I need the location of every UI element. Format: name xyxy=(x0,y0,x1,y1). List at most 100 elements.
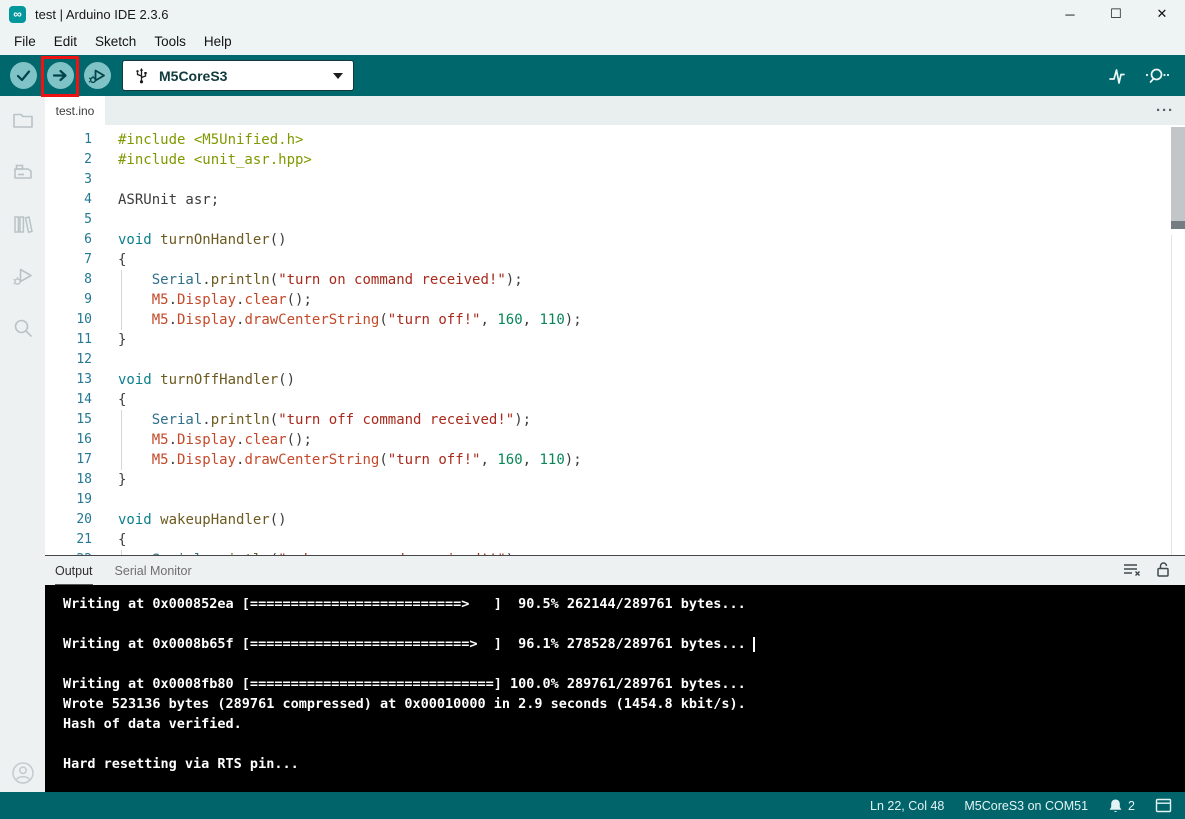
panel-layout-icon xyxy=(1155,798,1172,813)
debug-play-icon xyxy=(88,69,105,84)
output-console[interactable]: Writing at 0x000852ea [=================… xyxy=(45,585,1185,792)
tab-output[interactable]: Output xyxy=(55,556,93,585)
line-number: 2 xyxy=(84,152,92,167)
panel-header-icons xyxy=(1122,560,1185,581)
editor-column: test.ino ··· 1 #include <M5Unified.h> 2 #in… xyxy=(45,96,1185,792)
serial-monitor-button[interactable] xyxy=(1144,65,1170,87)
line-number: 4 xyxy=(84,192,92,207)
tab-serial-monitor[interactable]: Serial Monitor xyxy=(115,556,192,585)
menu-file[interactable]: File xyxy=(5,31,45,52)
sidebar-item-debug[interactable] xyxy=(10,263,36,289)
line-number: 13 xyxy=(76,372,92,387)
title-bar: ∞ test | Arduino IDE 2.3.6 ─ ☐ ✕ xyxy=(0,0,1185,28)
debug-icon xyxy=(12,268,32,285)
close-button[interactable]: ✕ xyxy=(1139,0,1185,28)
code-line: 16 M5.Display.clear(); xyxy=(45,430,1185,450)
toolbar: M5CoreS3 xyxy=(0,55,1185,97)
line-number: 20 xyxy=(76,512,92,527)
clear-output-button[interactable] xyxy=(1122,560,1142,581)
window-title: test | Arduino IDE 2.3.6 xyxy=(35,6,169,22)
code-line: 6 void turnOnHandler() xyxy=(45,230,1185,250)
indent-guide xyxy=(121,270,122,330)
tab-test-ino[interactable]: test.ino xyxy=(45,96,105,125)
books-icon xyxy=(13,216,33,234)
line-number: 17 xyxy=(76,452,92,467)
arrow-right-icon xyxy=(52,69,67,82)
board-port-status[interactable]: M5CoreS3 on COM51 xyxy=(964,799,1088,813)
console-line: Hard resetting via RTS pin... xyxy=(63,756,299,772)
sidebar-item-boards-manager[interactable] xyxy=(10,159,36,185)
code-line: 22 Serial.println("wakeup command receiv… xyxy=(45,550,1185,555)
check-icon xyxy=(16,70,31,82)
board-icon xyxy=(13,164,32,179)
code-line: 20 void wakeupHandler() xyxy=(45,510,1185,530)
account-button[interactable] xyxy=(10,760,36,786)
folder-icon xyxy=(12,113,33,128)
code-line: 9 M5.Display.clear(); xyxy=(45,290,1185,310)
bell-icon xyxy=(1109,799,1122,812)
menu-sketch[interactable]: Sketch xyxy=(86,31,145,52)
line-number: 16 xyxy=(76,432,92,447)
line-number: 14 xyxy=(76,392,92,407)
console-line: Writing at 0x0008fb80 [=================… xyxy=(63,676,746,692)
main-area: test.ino ··· 1 #include <M5Unified.h> 2 #in… xyxy=(0,96,1185,792)
status-bar: Ln 22, Col 48 M5CoreS3 on COM51 2 xyxy=(0,792,1185,819)
code-line: 14{ xyxy=(45,390,1185,410)
code-line: 7{ xyxy=(45,250,1185,270)
code-line: 8 Serial.println("turn on command receiv… xyxy=(45,270,1185,290)
toggle-panel-button[interactable] xyxy=(1155,798,1172,813)
menu-bar: File Edit Sketch Tools Help xyxy=(0,28,1185,55)
code-line: 13 void turnOffHandler() xyxy=(45,370,1185,390)
editor-tab-bar: test.ino ··· xyxy=(45,96,1185,125)
menu-help[interactable]: Help xyxy=(195,31,241,52)
scrollbar-thumb[interactable] xyxy=(1171,127,1185,227)
code-line: 1 #include <M5Unified.h> xyxy=(45,130,1185,150)
serial-plotter-button[interactable] xyxy=(1106,65,1128,87)
usb-icon xyxy=(136,68,147,84)
code-lines: 1 #include <M5Unified.h> 2 #include <unit_a… xyxy=(45,130,1185,555)
chevron-down-icon xyxy=(333,72,343,79)
line-number: 19 xyxy=(76,492,92,507)
board-selector[interactable]: M5CoreS3 xyxy=(122,60,354,91)
line-number: 10 xyxy=(76,312,92,327)
line-number: 1 xyxy=(84,132,92,147)
scroll-lock-button[interactable] xyxy=(1154,560,1172,581)
indent-guide xyxy=(121,550,122,555)
search-icon xyxy=(14,319,32,337)
notifications-button[interactable]: 2 xyxy=(1108,798,1135,814)
code-line: 17 M5.Display.drawCenterString("turn off… xyxy=(45,450,1185,470)
console-cursor xyxy=(752,637,755,652)
code-line: 12 xyxy=(45,350,1185,370)
line-number: 22 xyxy=(45,550,92,555)
code-line: 4 ASRUnit asr; xyxy=(45,190,1185,210)
line-number: 7 xyxy=(84,252,92,267)
cursor-position[interactable]: Ln 22, Col 48 xyxy=(870,799,944,813)
code-line: 3 xyxy=(45,170,1185,190)
clear-output-icon xyxy=(1124,564,1141,577)
code-line: 11} xyxy=(45,330,1185,350)
code-line: 18} xyxy=(45,470,1185,490)
menu-tools[interactable]: Tools xyxy=(145,31,195,52)
debug-button[interactable] xyxy=(84,62,111,89)
code-line: 2 #include <unit_asr.hpp> xyxy=(45,150,1185,170)
sidebar-item-sketchbook[interactable] xyxy=(10,107,36,133)
code-line: 10 M5.Display.drawCenterString("turn off… xyxy=(45,310,1185,330)
code-line: 21{ xyxy=(45,530,1185,550)
editor-scrollbar[interactable] xyxy=(1171,125,1185,555)
upload-button[interactable] xyxy=(47,62,74,89)
code-editor[interactable]: 1 #include <M5Unified.h> 2 #include <unit_a… xyxy=(45,125,1185,555)
menu-edit[interactable]: Edit xyxy=(45,31,86,52)
verify-button[interactable] xyxy=(10,62,37,89)
maximize-button[interactable]: ☐ xyxy=(1093,0,1139,28)
sidebar-item-search[interactable] xyxy=(10,315,36,341)
notification-count: 2 xyxy=(1128,798,1135,813)
minimize-button[interactable]: ─ xyxy=(1047,0,1093,28)
more-actions-icon[interactable]: ··· xyxy=(1156,96,1174,125)
line-number: 6 xyxy=(84,232,92,247)
code-line: 19 xyxy=(45,490,1185,510)
line-number: 8 xyxy=(84,272,92,287)
sidebar-item-library-manager[interactable] xyxy=(10,211,36,237)
